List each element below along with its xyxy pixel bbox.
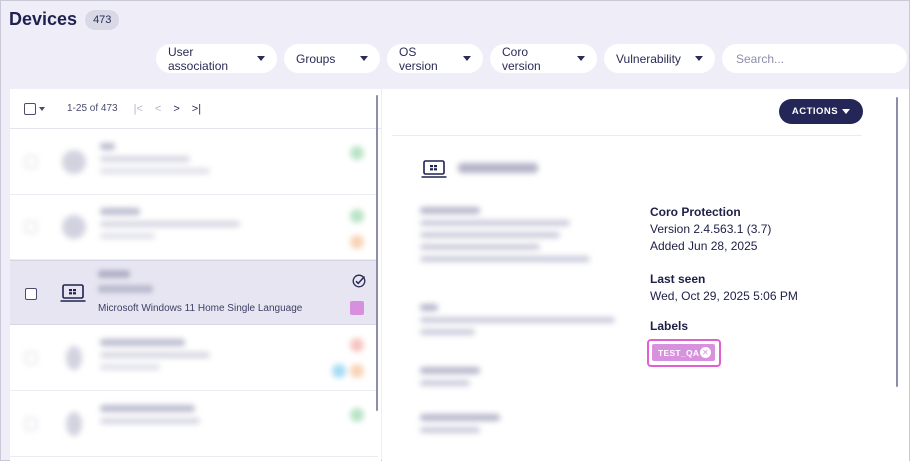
select-menu-caret-icon[interactable] bbox=[39, 106, 45, 111]
device-icon bbox=[62, 150, 86, 174]
search-input[interactable] bbox=[722, 44, 907, 73]
device-icon bbox=[66, 346, 82, 370]
label-swatch bbox=[350, 301, 364, 315]
chevron-down-icon bbox=[842, 109, 851, 114]
list-item[interactable] bbox=[10, 326, 378, 391]
chevron-down-icon bbox=[463, 56, 471, 61]
filter-coro-version[interactable]: Coro version bbox=[490, 44, 597, 73]
redacted-details bbox=[420, 367, 520, 392]
alert-icon bbox=[350, 338, 364, 352]
coro-version: Version 2.4.563.1 (3.7) bbox=[650, 222, 772, 236]
remove-label-icon[interactable]: ✕ bbox=[700, 347, 711, 358]
device-icon bbox=[66, 412, 82, 436]
detail-scrollbar[interactable] bbox=[896, 97, 898, 387]
select-all-checkbox[interactable] bbox=[24, 102, 36, 115]
next-page-icon[interactable]: > bbox=[173, 103, 179, 115]
list-item-selected[interactable]: Microsoft Windows 11 Home Single Languag… bbox=[10, 260, 378, 325]
row-checkbox[interactable] bbox=[25, 418, 37, 430]
status-icon bbox=[350, 146, 364, 160]
device-list-panel: 1-25 of 473 |< < > >| Microsoft Windows … bbox=[10, 89, 381, 461]
list-item[interactable] bbox=[10, 392, 378, 457]
coro-protection-section: Coro Protection Version 2.4.563.1 (3.7) … bbox=[650, 204, 771, 255]
last-seen-section: Last seen Wed, Oct 29, 2025 5:06 PM bbox=[650, 271, 798, 305]
redacted-details bbox=[420, 304, 620, 341]
coro-added-date: Added Jun 28, 2025 bbox=[650, 239, 758, 253]
laptop-icon bbox=[421, 160, 447, 178]
status-icon bbox=[350, 209, 364, 223]
device-os: Microsoft Windows 11 Home Single Languag… bbox=[98, 303, 303, 314]
prev-page-icon[interactable]: < bbox=[155, 103, 161, 115]
device-count-badge: 473 bbox=[85, 9, 120, 30]
chevron-down-icon bbox=[360, 56, 368, 61]
redacted-details bbox=[420, 414, 520, 439]
row-checkbox[interactable] bbox=[25, 288, 37, 300]
device-icon bbox=[62, 215, 86, 239]
row-checkbox[interactable] bbox=[25, 352, 37, 364]
device-detail-panel: ACTIONS Coro Protection Version 2.4.563.… bbox=[382, 89, 909, 461]
page-title: Devices bbox=[9, 9, 78, 29]
redacted-details bbox=[420, 207, 600, 268]
list-toolbar: 1-25 of 473 |< < > >| bbox=[10, 89, 381, 129]
laptop-icon bbox=[60, 284, 86, 302]
filter-user-association[interactable]: User association bbox=[156, 44, 277, 73]
filter-os-version[interactable]: OS version bbox=[387, 44, 483, 73]
info-icon bbox=[332, 364, 346, 378]
list-item[interactable] bbox=[10, 195, 378, 260]
last-page-icon[interactable]: >| bbox=[192, 103, 201, 115]
filter-vulnerability[interactable]: Vulnerability bbox=[604, 44, 715, 73]
first-page-icon[interactable]: |< bbox=[134, 103, 143, 115]
row-checkbox[interactable] bbox=[25, 156, 37, 168]
chevron-down-icon bbox=[577, 56, 585, 61]
chevron-down-icon bbox=[695, 56, 703, 61]
filter-bar: User association Groups OS version Coro … bbox=[156, 44, 907, 73]
filter-groups[interactable]: Groups bbox=[284, 44, 380, 73]
divider bbox=[392, 135, 862, 136]
device-name-redacted bbox=[458, 163, 538, 173]
label-chip[interactable]: TEST_QA ✕ bbox=[652, 344, 715, 361]
warning-icon bbox=[350, 364, 364, 378]
coro-protection-label: Coro Protection bbox=[650, 205, 741, 219]
actions-button[interactable]: ACTIONS bbox=[779, 99, 863, 124]
labels-section: Labels bbox=[650, 318, 688, 335]
list-scrollbar[interactable] bbox=[376, 95, 378, 411]
check-circle-icon bbox=[352, 274, 366, 288]
page-header: Devices 473 bbox=[9, 9, 120, 30]
last-seen-label: Last seen bbox=[650, 272, 706, 286]
app-frame: Devices 473 User association Groups OS v… bbox=[0, 0, 910, 461]
warning-icon bbox=[350, 235, 364, 249]
pager-range: 1-25 of 473 bbox=[67, 103, 118, 114]
status-icon bbox=[350, 408, 364, 422]
last-seen-value: Wed, Oct 29, 2025 5:06 PM bbox=[650, 289, 798, 303]
labels-label: Labels bbox=[650, 319, 689, 333]
list-item[interactable] bbox=[10, 130, 378, 195]
row-checkbox[interactable] bbox=[25, 221, 37, 233]
chevron-down-icon bbox=[257, 56, 265, 61]
